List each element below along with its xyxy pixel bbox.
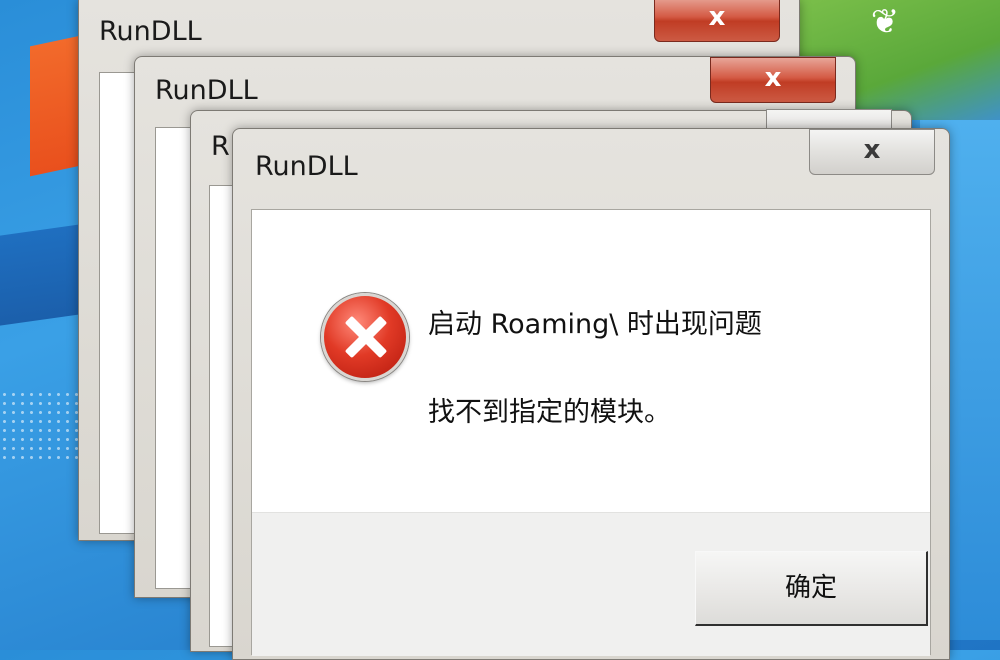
close-button[interactable]: x	[654, 0, 780, 42]
close-button[interactable]: x	[809, 129, 935, 175]
window-title: R	[211, 131, 230, 162]
window-title: RunDLL	[155, 75, 258, 106]
ok-button[interactable]: 确定	[695, 551, 928, 626]
dialog-content: 启动 Roaming\ 时出现问题 找不到指定的模块。 确定	[251, 209, 931, 656]
error-message-detail: 找不到指定的模块。	[428, 397, 671, 428]
window-title: RunDLL	[255, 151, 358, 182]
error-message-title: 启动 Roaming\ 时出现问题	[428, 309, 762, 340]
window-title: RunDLL	[99, 16, 202, 47]
close-icon: x	[764, 63, 782, 93]
close-icon: x	[863, 135, 881, 165]
dialog-footer: 确定	[252, 512, 930, 656]
butterfly-icon: ❦	[870, 2, 900, 42]
desktop-wallpaper-dark-shape	[0, 224, 80, 326]
error-icon	[321, 293, 409, 381]
close-button[interactable]: x	[710, 57, 836, 103]
close-icon: x	[708, 2, 726, 32]
desktop-wallpaper-dots	[0, 390, 90, 460]
rundll-error-dialog: RunDLL x 启动 Roaming\ 时出现问题 找不到指定的模块。 确定	[232, 128, 950, 660]
